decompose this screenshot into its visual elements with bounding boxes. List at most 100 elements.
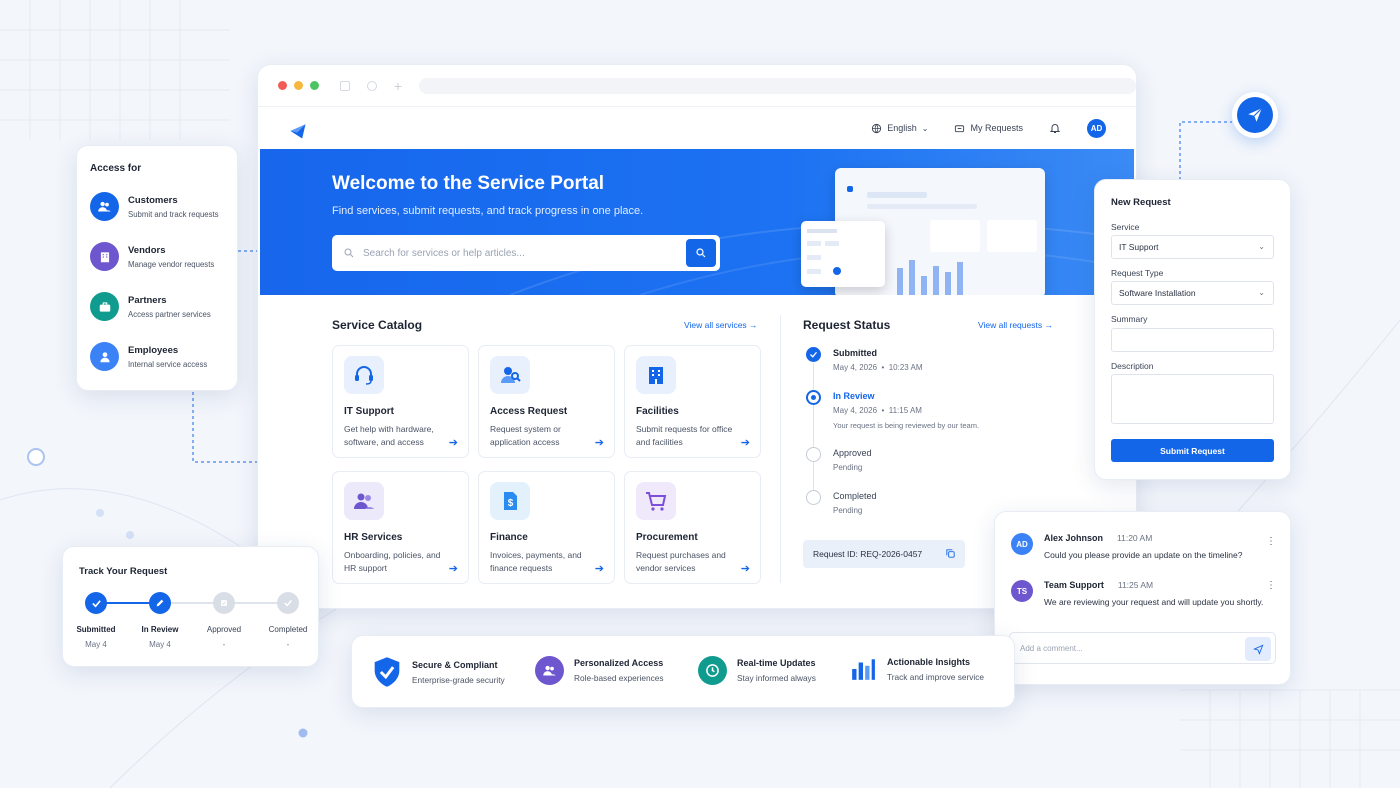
copy-icon[interactable] bbox=[945, 548, 956, 559]
step-label: Approved bbox=[833, 448, 872, 458]
service-card-access-request[interactable]: Access Request Request system or applica… bbox=[478, 345, 615, 458]
arrow-right-icon[interactable]: ➔ bbox=[449, 562, 458, 575]
avatar: AD bbox=[1011, 533, 1033, 555]
view-all-requests-link[interactable]: View all requests → bbox=[978, 320, 1053, 330]
service-select[interactable]: IT Support ⌄ bbox=[1111, 235, 1274, 259]
access-title: Vendors bbox=[128, 244, 166, 256]
search-input[interactable]: Search for services or help articles... bbox=[363, 248, 525, 259]
new-tab-icon[interactable]: + bbox=[394, 78, 402, 94]
service-card-it-support[interactable]: IT Support Get help with hardware, softw… bbox=[332, 345, 469, 458]
service-desc: Get help with hardware, software, and ac… bbox=[344, 424, 434, 447]
track-step-date: - bbox=[222, 640, 226, 649]
bell-icon[interactable] bbox=[1049, 122, 1061, 134]
request-type-value: Software Installation bbox=[1119, 288, 1196, 298]
new-request-form: New Request Service IT Support ⌄ Request … bbox=[1094, 179, 1291, 480]
service-card-finance[interactable]: $ Finance Invoices, payments, and financ… bbox=[478, 471, 615, 584]
service-card-facilities[interactable]: Facilities Submit requests for office an… bbox=[624, 345, 761, 458]
hero-banner: Welcome to the Service Portal Find servi… bbox=[260, 149, 1134, 295]
user-key-icon bbox=[490, 356, 530, 394]
service-desc: Onboarding, policies, and HR support bbox=[344, 550, 441, 573]
top-nav: English ⌄ My Requests AD bbox=[258, 107, 1136, 149]
my-requests-link[interactable]: My Requests bbox=[954, 123, 1023, 134]
view-all-services-link[interactable]: View all services → bbox=[684, 320, 758, 330]
minimize-dot[interactable] bbox=[293, 81, 303, 90]
send-comment-button[interactable] bbox=[1245, 637, 1271, 661]
clock-icon bbox=[698, 656, 727, 685]
arrow-right-icon[interactable]: ➔ bbox=[741, 436, 750, 449]
bar-chart-icon bbox=[852, 659, 875, 680]
request-type-select[interactable]: Software Installation ⌄ bbox=[1111, 281, 1274, 305]
reload-icon[interactable] bbox=[366, 80, 377, 91]
more-options-icon[interactable]: ⋮ bbox=[1266, 536, 1276, 547]
access-heading: Access for bbox=[90, 163, 142, 174]
features-bar: Secure & Compliant Enterprise-grade secur… bbox=[351, 635, 1015, 708]
service-label: Service bbox=[1111, 222, 1140, 232]
service-card-procurement[interactable]: Procurement Request purchases and vendor… bbox=[624, 471, 761, 584]
more-options-icon[interactable]: ⋮ bbox=[1266, 580, 1276, 591]
feature-sub: Enterprise-grade security bbox=[412, 674, 505, 685]
message-time: 11:20 AM bbox=[1117, 533, 1153, 543]
view-all-requests-label: View all requests bbox=[978, 320, 1043, 330]
service-title: HR Services bbox=[344, 532, 403, 543]
message-header: Alex Johnson 11:20 AM bbox=[1044, 533, 1242, 543]
description-textarea[interactable] bbox=[1111, 374, 1274, 424]
feature-secure: Secure & Compliant Enterprise-grade secur… bbox=[372, 656, 505, 688]
track-step-label: Submitted bbox=[76, 625, 116, 634]
step-date: May 4, 2026 bbox=[833, 363, 878, 372]
step-label: In Review bbox=[833, 391, 875, 401]
status-step-completed: Completed Pending bbox=[803, 490, 1003, 524]
request-id-badge[interactable]: Request ID: REQ-2026-0457 bbox=[803, 540, 965, 568]
chevron-down-icon: ⌄ bbox=[1258, 288, 1265, 297]
request-type-label: Request Type bbox=[1111, 268, 1164, 278]
active-step-icon bbox=[806, 390, 821, 405]
hero-subtitle: Find services, submit requests, and trac… bbox=[332, 205, 644, 217]
access-item-customers[interactable]: Customers Submit and track requests bbox=[90, 192, 219, 221]
track-step-date: - bbox=[286, 640, 290, 649]
maximize-dot[interactable] bbox=[309, 81, 319, 90]
building-icon bbox=[636, 356, 676, 394]
svg-text:$: $ bbox=[508, 498, 514, 509]
search-bar[interactable]: Search for services or help articles... bbox=[332, 235, 720, 271]
feature-title: Personalized Access bbox=[574, 658, 664, 668]
step-time: 10:23 AM bbox=[888, 363, 923, 372]
track-step-label: In Review bbox=[141, 625, 179, 634]
globe-icon bbox=[872, 123, 882, 133]
logo-icon[interactable] bbox=[288, 121, 308, 141]
access-item-employees[interactable]: Employees Internal service access bbox=[90, 342, 207, 371]
arrow-right-icon[interactable]: ➔ bbox=[595, 436, 604, 449]
arrow-right-icon[interactable]: ➔ bbox=[595, 562, 604, 575]
feature-title: Secure & Compliant bbox=[412, 659, 498, 670]
feature-title: Real-time Updates bbox=[737, 658, 816, 668]
send-fab[interactable] bbox=[1232, 92, 1278, 138]
comments-panel: AD Alex Johnson 11:20 AM Could you please … bbox=[994, 511, 1291, 685]
search-icon bbox=[344, 248, 354, 258]
sidebar-toggle-icon[interactable] bbox=[339, 80, 350, 91]
address-bar[interactable] bbox=[419, 77, 1136, 94]
arrow-right-icon[interactable]: ➔ bbox=[449, 436, 458, 449]
service-desc: Invoices, payments, and finance requests bbox=[490, 550, 582, 573]
access-sub: Manage vendor requests bbox=[128, 259, 215, 269]
user-avatar[interactable]: AD bbox=[1087, 118, 1106, 138]
access-item-vendors[interactable]: Vendors Manage vendor requests bbox=[90, 242, 214, 271]
section-divider bbox=[780, 315, 781, 583]
summary-input[interactable] bbox=[1111, 328, 1274, 352]
close-dot[interactable] bbox=[278, 81, 287, 90]
comment-input[interactable]: Add a comment... bbox=[1009, 632, 1276, 664]
comment-placeholder: Add a comment... bbox=[1020, 643, 1083, 653]
people-icon bbox=[535, 656, 564, 685]
service-card-hr-services[interactable]: HR Services Onboarding, policies, and HR… bbox=[332, 471, 469, 584]
submit-request-button[interactable]: Submit Request bbox=[1111, 439, 1274, 462]
search-button[interactable] bbox=[686, 239, 716, 267]
service-desc: Submit requests for office and facilitie… bbox=[636, 424, 733, 447]
pending-step-icon bbox=[806, 447, 821, 462]
language-selector[interactable]: English ⌄ bbox=[871, 123, 928, 134]
access-title: Customers bbox=[128, 194, 178, 206]
arrow-right-icon: → bbox=[1044, 320, 1053, 330]
arrow-right-icon[interactable]: ➔ bbox=[741, 562, 750, 575]
view-all-services-label: View all services bbox=[684, 320, 747, 330]
access-for-card: Access for Customers Submit and track req… bbox=[76, 145, 238, 391]
paper-plane-icon bbox=[1237, 97, 1273, 133]
paper-plane-icon bbox=[1252, 644, 1263, 655]
access-item-partners[interactable]: Partners Access partner services bbox=[90, 292, 211, 321]
track-step-label: Approved bbox=[206, 625, 242, 634]
